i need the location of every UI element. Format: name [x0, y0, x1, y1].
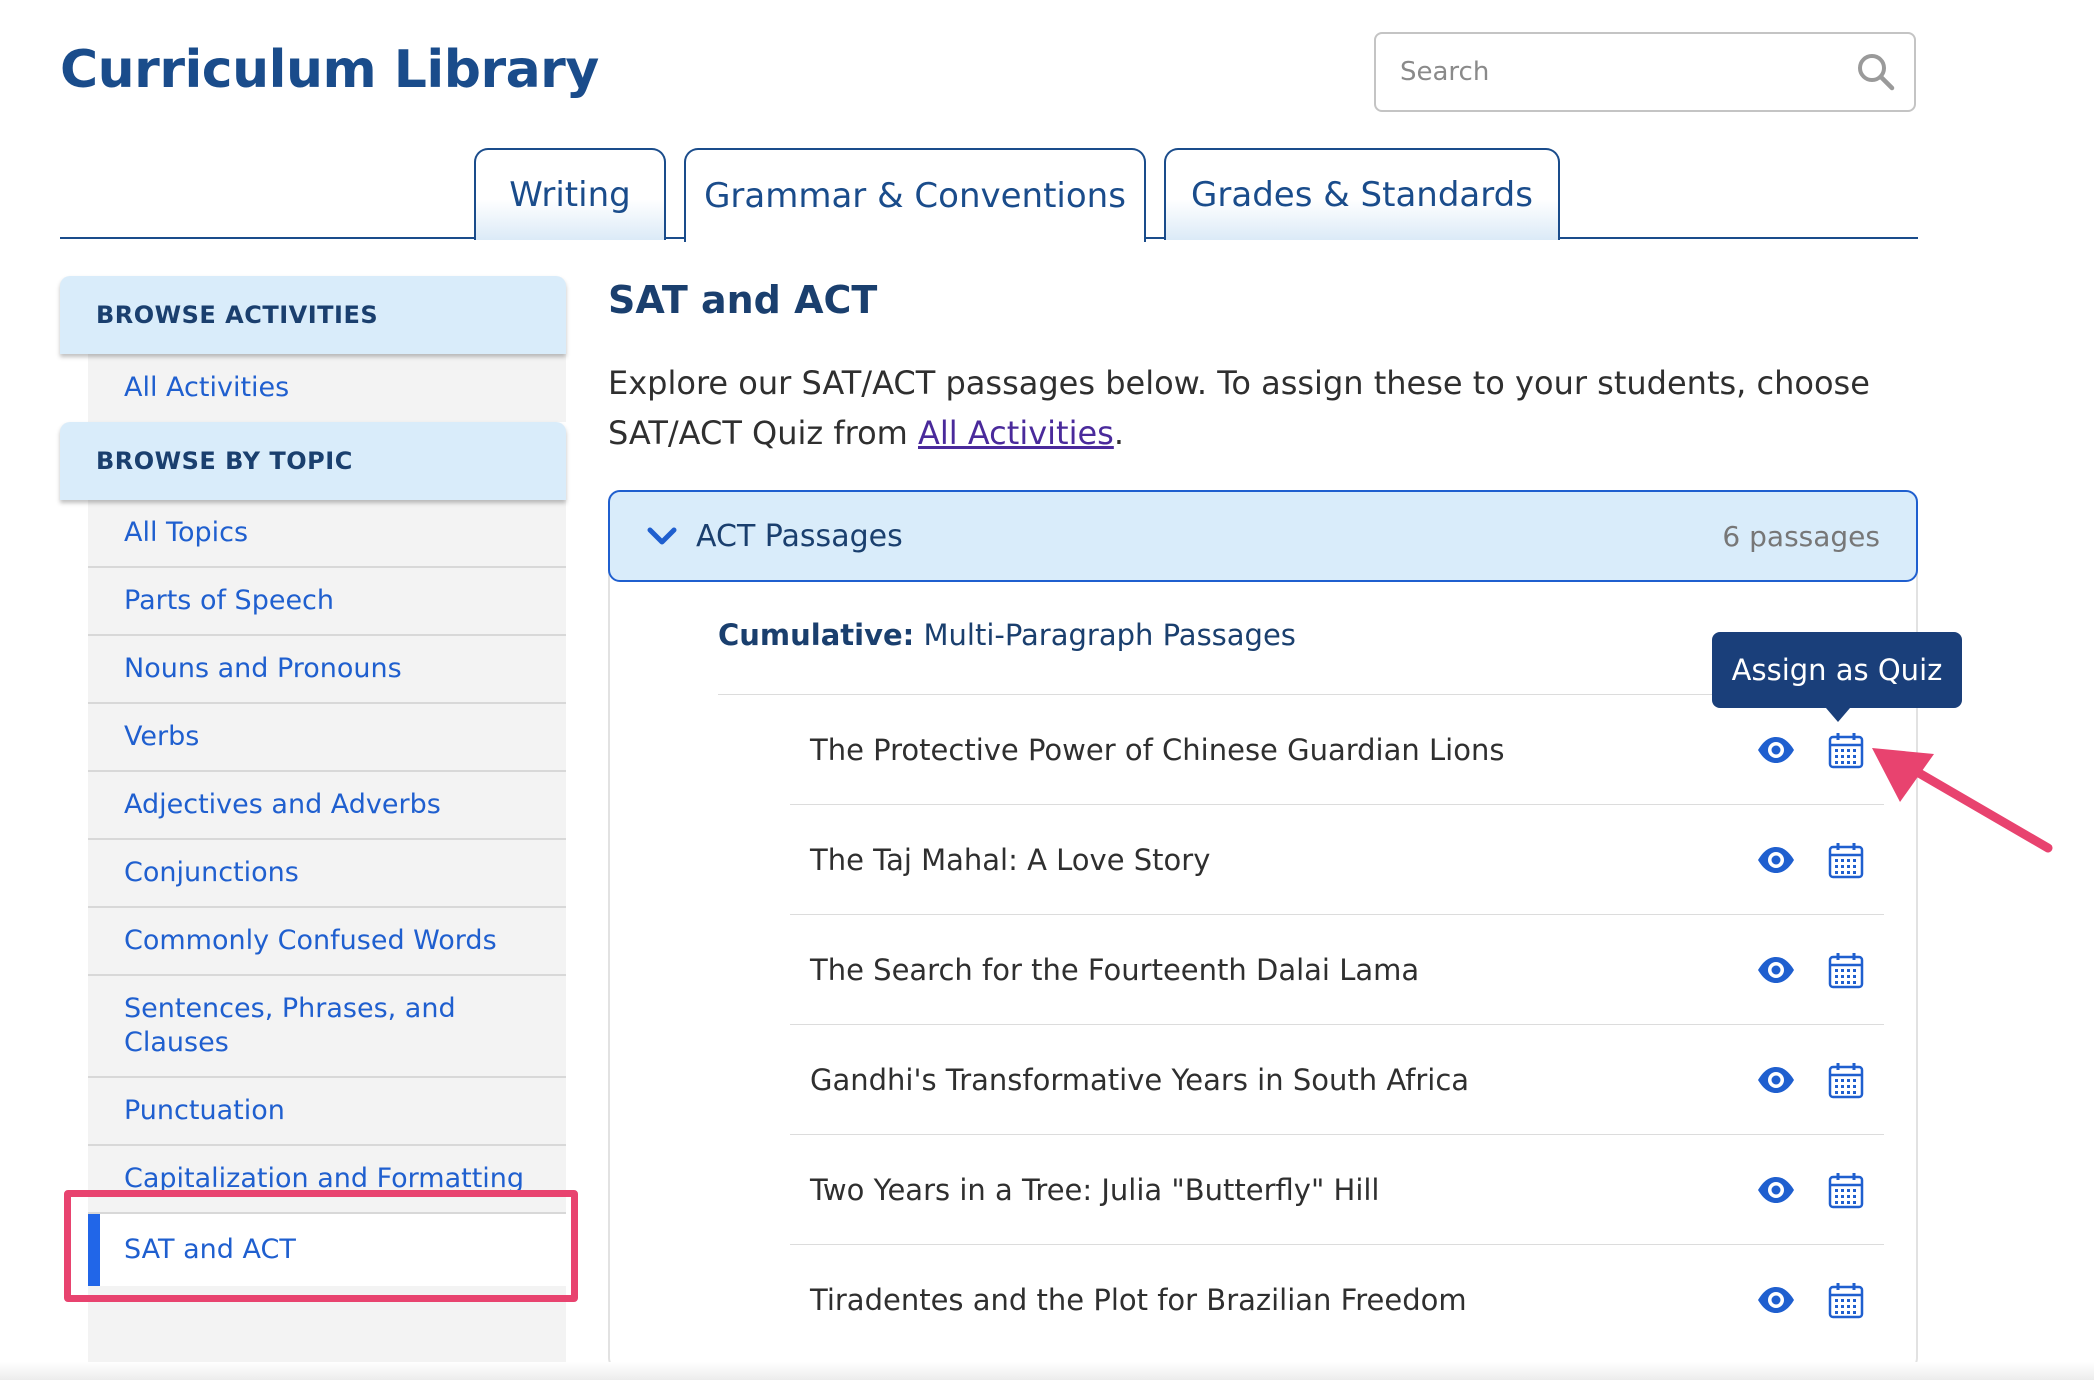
- passage-title: The Search for the Fourteenth Dalai Lama: [810, 952, 1420, 987]
- sidebar-item-conjunctions[interactable]: Conjunctions: [88, 840, 566, 908]
- calendar-icon[interactable]: [1826, 950, 1866, 990]
- sidebar-item-adjectives-adverbs[interactable]: Adjectives and Adverbs: [88, 772, 566, 840]
- browse-topic-header: BROWSE BY TOPIC: [60, 422, 566, 500]
- search-input[interactable]: [1400, 52, 1840, 92]
- passage-title: The Taj Mahal: A Love Story: [810, 842, 1211, 877]
- sidebar-item-commonly-confused-words[interactable]: Commonly Confused Words: [88, 908, 566, 976]
- search-box[interactable]: [1374, 32, 1916, 112]
- sidebar-item-capitalization-formatting[interactable]: Capitalization and Formatting: [88, 1146, 566, 1214]
- passage-count: 6 passages: [1722, 519, 1880, 553]
- act-passages-accordion: ACT Passages 6 passages Cumulative: Mult…: [608, 490, 1918, 1370]
- tab-grades-standards[interactable]: Grades & Standards: [1164, 148, 1560, 240]
- passage-title: The Protective Power of Chinese Guardian…: [810, 732, 1505, 767]
- passage-title: Tiradentes and the Plot for Brazilian Fr…: [810, 1283, 1467, 1317]
- eye-icon[interactable]: [1756, 840, 1796, 880]
- accordion-title: ACT Passages: [696, 518, 903, 554]
- list-item: The Protective Power of Chinese Guardian…: [790, 695, 1884, 805]
- group-label: Cumulative:: [718, 618, 915, 652]
- calendar-icon[interactable]: [1826, 1170, 1866, 1210]
- eye-icon[interactable]: [1756, 950, 1796, 990]
- sidebar-item-sentences-phrases-clauses[interactable]: Sentences, Phrases, and Clauses: [88, 976, 566, 1078]
- browse-activities-header: BROWSE ACTIVITIES: [60, 276, 566, 354]
- sidebar: BROWSE ACTIVITIES All Activities BROWSE …: [60, 276, 566, 1380]
- passage-title: Gandhi's Transformative Years in South A…: [810, 1062, 1470, 1097]
- group-name: Multi-Paragraph Passages: [914, 618, 1296, 652]
- eye-icon[interactable]: [1756, 1060, 1796, 1100]
- passage-title: Two Years in a Tree: Julia "Butterfly" H…: [810, 1172, 1380, 1207]
- sidebar-item-nouns-pronouns[interactable]: Nouns and Pronouns: [88, 636, 566, 704]
- eye-icon[interactable]: [1756, 1170, 1796, 1210]
- passage-group-heading: Cumulative: Multi-Paragraph Passages: [718, 618, 1296, 652]
- sidebar-item-all-topics[interactable]: All Topics: [88, 500, 566, 568]
- calendar-icon[interactable]: [1826, 1280, 1866, 1320]
- sidebar-item-all-activities[interactable]: All Activities: [88, 354, 566, 422]
- list-item: Two Years in a Tree: Julia "Butterfly" H…: [790, 1135, 1884, 1245]
- sidebar-item-verbs[interactable]: Verbs: [88, 704, 566, 772]
- calendar-icon[interactable]: [1826, 730, 1866, 770]
- list-item: The Taj Mahal: A Love Story: [790, 805, 1884, 915]
- accordion-header[interactable]: ACT Passages 6 passages: [608, 490, 1918, 582]
- tab-label: Grammar & Conventions: [704, 176, 1126, 216]
- intro-text: Explore our SAT/ACT passages below. To a…: [608, 358, 1918, 458]
- intro-text-body: Explore our SAT/ACT passages below. To a…: [608, 364, 1870, 452]
- list-item: Tiradentes and the Plot for Brazilian Fr…: [790, 1245, 1884, 1355]
- all-activities-link[interactable]: All Activities: [918, 414, 1114, 452]
- eye-icon[interactable]: [1756, 1280, 1796, 1320]
- page-fade: [0, 1362, 2094, 1380]
- calendar-icon[interactable]: [1826, 1060, 1866, 1100]
- eye-icon[interactable]: [1756, 730, 1796, 770]
- section-heading: SAT and ACT: [608, 278, 878, 322]
- assign-quiz-tooltip: Assign as Quiz: [1712, 632, 1962, 722]
- chevron-down-icon: [647, 527, 677, 545]
- sidebar-item-sat-act[interactable]: SAT and ACT: [88, 1214, 566, 1286]
- list-item: The Search for the Fourteenth Dalai Lama: [790, 915, 1884, 1025]
- topic-list: All Topics Parts of Speech Nouns and Pro…: [88, 500, 566, 1286]
- sidebar-item-parts-of-speech[interactable]: Parts of Speech: [88, 568, 566, 636]
- sidebar-item-punctuation[interactable]: Punctuation: [88, 1078, 566, 1146]
- intro-text-end: .: [1113, 414, 1124, 452]
- tab-label: Writing: [509, 175, 631, 215]
- tab-label: Grades & Standards: [1191, 175, 1533, 215]
- calendar-icon[interactable]: [1826, 840, 1866, 880]
- search-icon[interactable]: [1854, 50, 1898, 94]
- browse-activities-list: All Activities: [88, 354, 566, 422]
- list-item: Gandhi's Transformative Years in South A…: [790, 1025, 1884, 1135]
- page-title: Curriculum Library: [60, 40, 599, 100]
- tab-grammar-conventions[interactable]: Grammar & Conventions: [684, 148, 1146, 242]
- tab-writing[interactable]: Writing: [474, 148, 666, 240]
